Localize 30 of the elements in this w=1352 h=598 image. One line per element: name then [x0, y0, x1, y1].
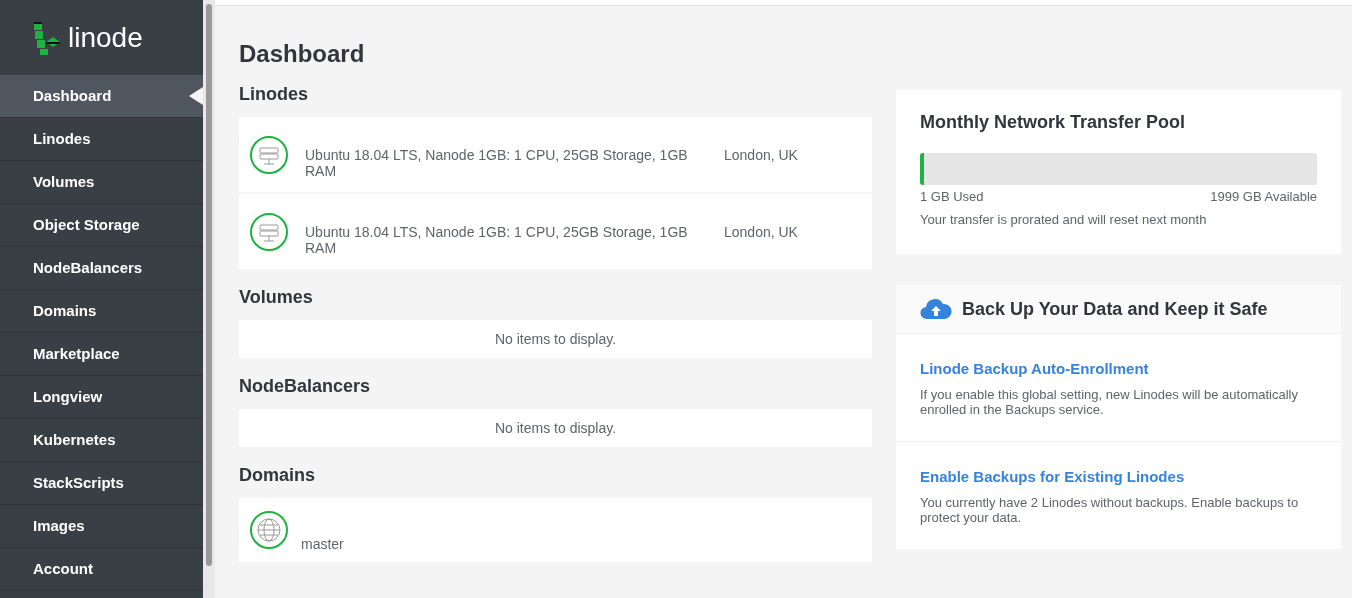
available-label: 1999 GB Available [1210, 189, 1317, 204]
server-icon [249, 134, 289, 175]
globe-icon [249, 510, 289, 550]
server-icon [249, 211, 289, 252]
backup-description: You currently have 2 Linodes without backups. Enable backups to protect your data. [920, 495, 1300, 525]
scrollbar[interactable] [203, 0, 215, 598]
section-title: NodeBalancers [239, 376, 372, 397]
used-label: 1 GB Used [920, 189, 984, 204]
domain-name: master [301, 535, 344, 552]
section-title: Volumes [239, 287, 314, 308]
panel-title: Monthly Network Transfer Pool [920, 112, 1187, 133]
empty-message: No items to display. [493, 419, 618, 438]
linode-region: London, UK [724, 146, 798, 163]
linode-description: Ubuntu 18.04 LTS, Nanode 1GB: 1 CPU, 25GB Storage, 1GB RAM [305, 145, 689, 179]
section-title: Linodes [239, 84, 309, 105]
panel-title: Back Up Your Data and Keep it Safe [962, 298, 1268, 320]
backup-description: If you enable this global setting, new Linodes will be automatically enrolled in the Backups service. [920, 387, 1299, 417]
backup-link[interactable]: Enable Backups for Existing Linodes [920, 468, 1317, 485]
logo-icon [32, 19, 62, 56]
empty-message: No items to display. [493, 330, 618, 349]
transfer-note: Your transfer is prorated and will reset next month [920, 212, 1208, 227]
logo-text: linode [68, 21, 143, 54]
linode-description: Ubuntu 18.04 LTS, Nanode 1GB: 1 CPU, 25GB Storage, 1GB RAM [305, 222, 689, 256]
section-title: Domains [239, 465, 317, 486]
linode-region: London, UK [724, 223, 798, 240]
nav-item[interactable]: Dashboard [0, 75, 203, 118]
cloud-upload-icon [920, 298, 952, 320]
backup-link[interactable]: Linode Backup Auto-Enrollment [920, 360, 1317, 377]
page-title: Dashboard [239, 40, 366, 68]
scrollbar-thumb[interactable] [206, 4, 212, 566]
